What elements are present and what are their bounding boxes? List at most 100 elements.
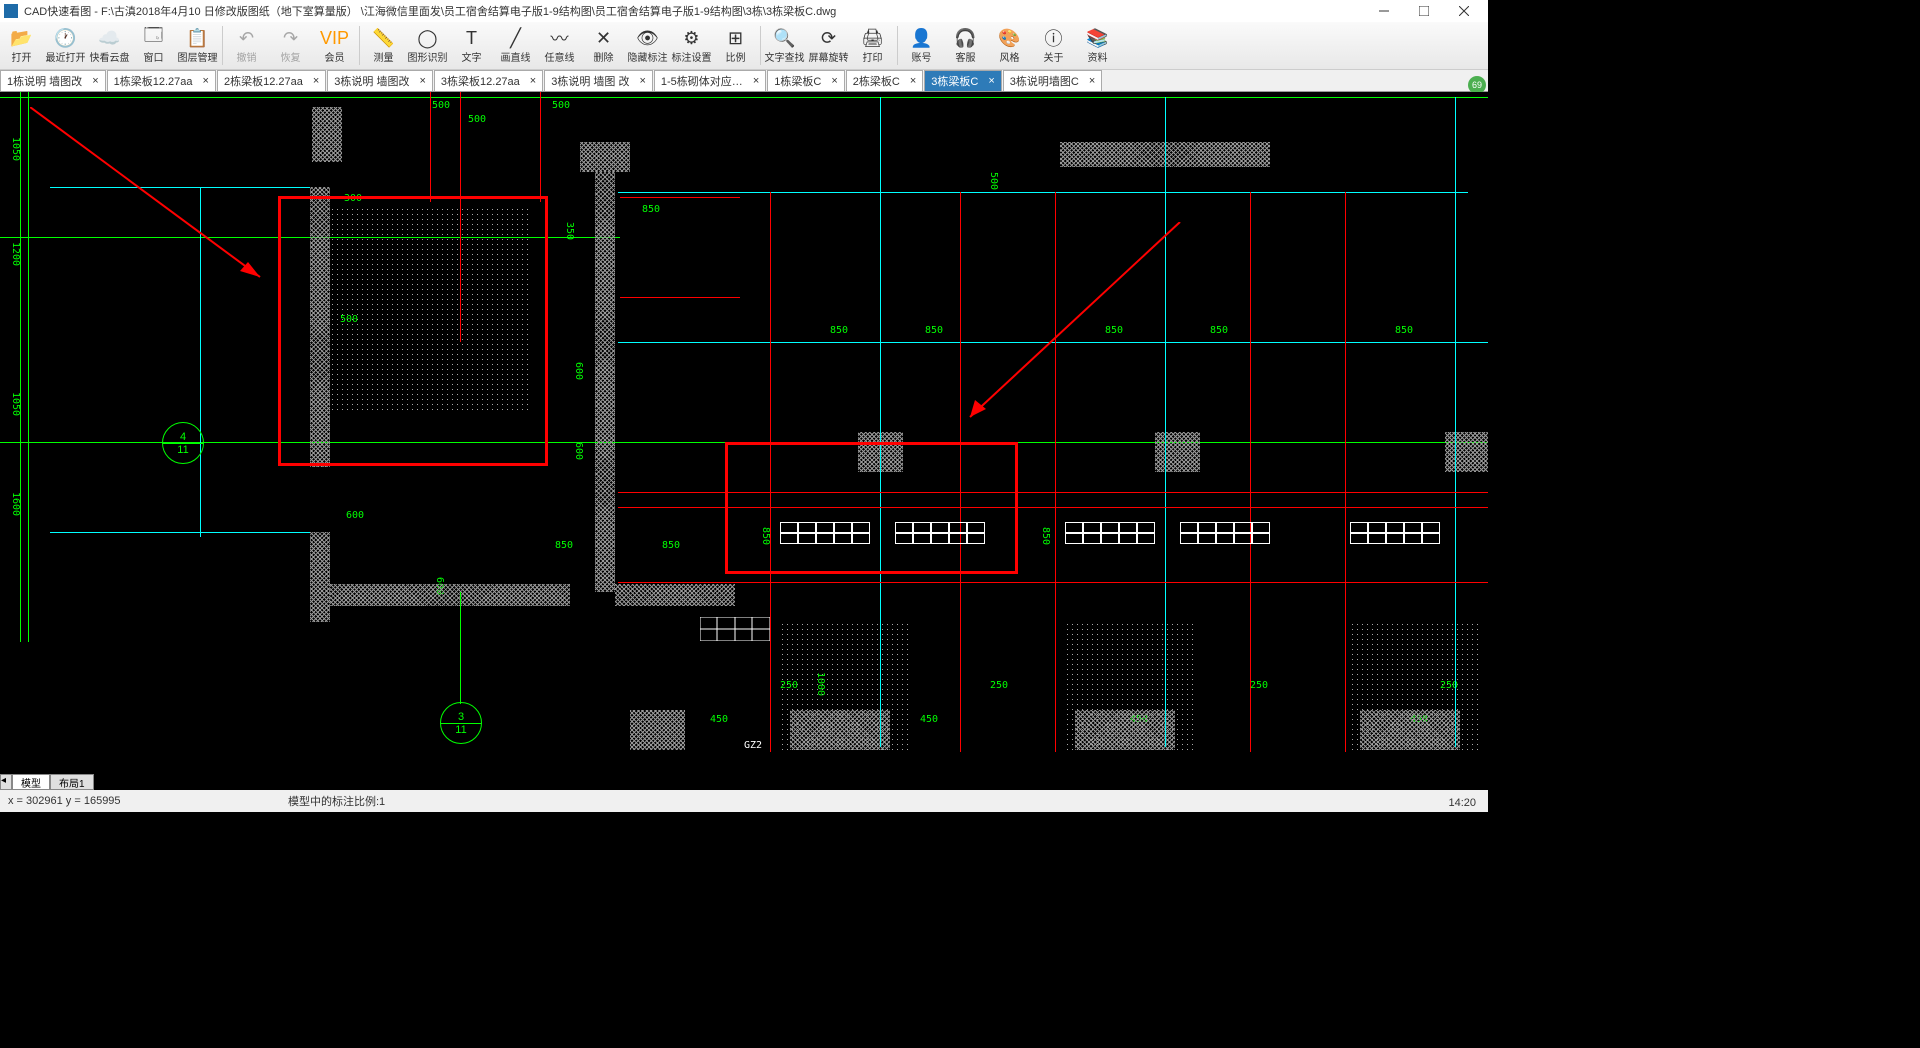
toolbar-屏幕旋转[interactable]: ⟳屏幕旋转 xyxy=(807,22,851,69)
dim-line xyxy=(620,197,740,198)
document-tab[interactable]: 3栋梁板C× xyxy=(924,70,1002,91)
minimize-button[interactable] xyxy=(1364,0,1404,22)
tab-close-icon[interactable]: × xyxy=(530,75,536,87)
toolbar-文字查找[interactable]: 🔍文字查找 xyxy=(763,22,807,69)
drawing-canvas[interactable]: 1050 1200 1050 1600 500 500 500 850 350 … xyxy=(0,92,1488,766)
toolbar-icon: ↷ xyxy=(280,27,302,49)
tab-close-icon[interactable]: × xyxy=(419,75,425,87)
opening-grid xyxy=(1180,522,1270,544)
wall-hatch xyxy=(580,142,630,172)
toolbar-最近打开[interactable]: 🕐最近打开 xyxy=(44,22,88,69)
wall-hatch xyxy=(1155,432,1200,472)
toolbar-账号[interactable]: 👤账号 xyxy=(900,22,944,69)
toolbar-label: 图形识别 xyxy=(408,49,448,64)
grid-bubble: 411 xyxy=(162,422,204,464)
titlebar: CAD快速看图 - F:\古滇2018年4月10 日修改版图纸（地下室算量版） … xyxy=(0,0,1488,22)
toolbar-icon: 📂 xyxy=(11,27,33,49)
document-tab[interactable]: 2栋梁板12.27aa× xyxy=(217,70,326,91)
wall-hatch xyxy=(630,710,685,750)
annotation-box xyxy=(725,442,1018,574)
toolbar-label: 恢复 xyxy=(281,49,301,64)
tab-layout[interactable]: 布局1 xyxy=(50,774,94,790)
toolbar-会员[interactable]: VIP会员 xyxy=(313,22,357,69)
toolbar-icon: 🕐 xyxy=(55,27,77,49)
toolbar-icon: 👤 xyxy=(911,27,933,49)
tab-close-icon[interactable]: × xyxy=(988,75,994,87)
dim-label: 500 xyxy=(468,114,486,125)
dim-label: 450 xyxy=(920,714,938,725)
toolbar-图形识别[interactable]: ◯图形识别 xyxy=(406,22,450,69)
document-tab[interactable]: 1-5栋砌体对应…× xyxy=(654,70,766,91)
grid-bubble: 311 xyxy=(440,702,482,744)
document-tab[interactable]: 1栋梁板C× xyxy=(767,70,845,91)
document-tab[interactable]: 1栋梁板12.27aa× xyxy=(107,70,216,91)
dim-label: 600 xyxy=(346,510,364,521)
toolbar-icon: ☁️ xyxy=(99,27,121,49)
toolbar-打印[interactable]: 🖨打印 xyxy=(851,22,895,69)
tab-close-icon[interactable]: × xyxy=(910,75,916,87)
toolbar-快看云盘[interactable]: ☁️快看云盘 xyxy=(88,22,132,69)
toolbar-label: 画直线 xyxy=(501,49,531,64)
document-tabs: 1栋说明 墙图改×1栋梁板12.27aa×2栋梁板12.27aa×3栋说明 墙图… xyxy=(0,70,1488,92)
toolbar-比例[interactable]: ⊞比例 xyxy=(714,22,758,69)
dim-label: 850 xyxy=(642,204,660,215)
document-tab[interactable]: 1栋说明 墙图改× xyxy=(0,70,106,91)
tab-close-icon[interactable]: × xyxy=(203,75,209,87)
toolbar-客服[interactable]: 🎧客服 xyxy=(944,22,988,69)
document-tab[interactable]: 3栋说明 墙图 改× xyxy=(544,70,653,91)
maximize-button[interactable] xyxy=(1404,0,1444,22)
tab-close-icon[interactable]: × xyxy=(639,75,645,87)
tab-close-icon[interactable]: × xyxy=(1089,75,1095,87)
toolbar-标注设置[interactable]: ⚙标注设置 xyxy=(670,22,714,69)
toolbar-撤销[interactable]: ↶撤销 xyxy=(225,22,269,69)
toolbar-删除[interactable]: ✕删除 xyxy=(582,22,626,69)
wall-hatch xyxy=(1445,432,1488,472)
dim-label: 600 xyxy=(573,442,584,460)
tab-handle[interactable]: ◂ xyxy=(0,774,12,790)
close-button[interactable] xyxy=(1444,0,1484,22)
toolbar-icon: ✕ xyxy=(593,27,615,49)
wall-hatch xyxy=(330,584,570,606)
dim-line xyxy=(1345,192,1346,752)
beam-line xyxy=(50,532,310,533)
tab-close-icon[interactable]: × xyxy=(831,75,837,87)
toolbar-文字[interactable]: T文字 xyxy=(450,22,494,69)
toolbar-画直线[interactable]: ╱画直线 xyxy=(494,22,538,69)
coord-readout: x = 302961 y = 165995 xyxy=(8,795,288,807)
toolbar-关于[interactable]: ⓘ关于 xyxy=(1032,22,1076,69)
document-tab[interactable]: 3栋说明 墙图改 × xyxy=(327,70,433,91)
toolbar-打开[interactable]: 📂打开 xyxy=(0,22,44,69)
dim-label: 850 xyxy=(925,325,943,336)
toolbar-label: 窗口 xyxy=(144,49,164,64)
dim-label: 850 xyxy=(830,325,848,336)
tab-close-icon[interactable]: × xyxy=(753,75,759,87)
toolbar-任意线[interactable]: 〰任意线 xyxy=(538,22,582,69)
app-logo-icon xyxy=(4,4,18,18)
grid-number: 3 xyxy=(458,711,464,723)
wall-hatch xyxy=(595,172,615,592)
toolbar-label: 比例 xyxy=(726,49,746,64)
toolbar-风格[interactable]: 🎨风格 xyxy=(988,22,1032,69)
toolbar-恢复[interactable]: ↷恢复 xyxy=(269,22,313,69)
tab-close-icon[interactable]: × xyxy=(313,75,319,87)
annotation-box xyxy=(278,196,548,466)
toolbar-图层管理[interactable]: 📋图层管理 xyxy=(176,22,220,69)
tab-label: 3栋说明 墙图改 xyxy=(334,73,409,89)
grid-number: 4 xyxy=(180,431,186,443)
toolbar-隐藏标注[interactable]: 👁隐藏标注 xyxy=(626,22,670,69)
toolbar-label: 文字 xyxy=(462,49,482,64)
toolbar-测量[interactable]: 📏测量 xyxy=(362,22,406,69)
toolbar-资料[interactable]: 📚资料 xyxy=(1076,22,1120,69)
document-tab[interactable]: 3栋说明墙图C × xyxy=(1003,70,1103,91)
tab-close-icon[interactable]: × xyxy=(92,75,98,87)
document-tab[interactable]: 2栋梁板C × xyxy=(846,70,924,91)
axis-line xyxy=(28,92,29,642)
statusbar: x = 302961 y = 165995 模型中的标注比例:1 xyxy=(0,790,1488,812)
tab-model[interactable]: 模型 xyxy=(12,774,50,790)
toolbar-窗口[interactable]: 🗔窗口 xyxy=(132,22,176,69)
dim-line xyxy=(1250,192,1251,752)
document-tab[interactable]: 3栋梁板12.27aa× xyxy=(434,70,543,91)
tab-label: 3栋说明墙图C xyxy=(1010,73,1079,89)
toolbar-icon: T xyxy=(461,27,483,49)
tab-label: 2栋梁板C xyxy=(853,73,900,89)
